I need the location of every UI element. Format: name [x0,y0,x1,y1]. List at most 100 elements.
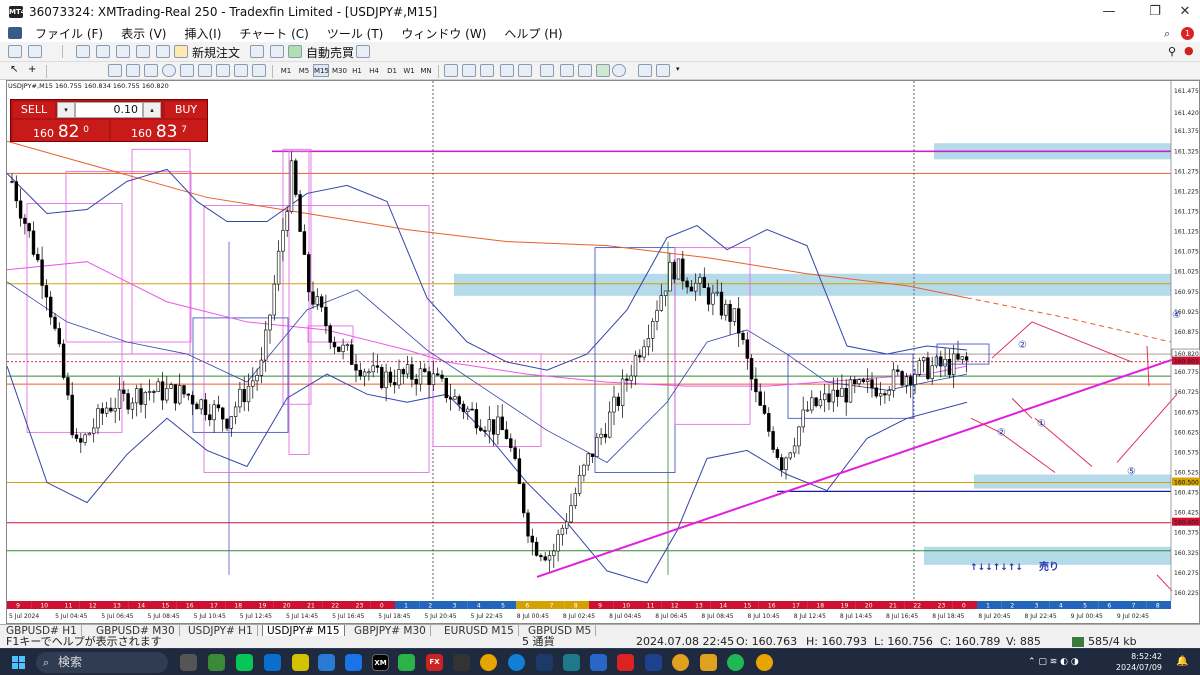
buy-price[interactable]: 160 83 7 [111,120,207,142]
close-icon[interactable]: ✕ [1170,0,1200,24]
new-order-button[interactable]: 新規注文 [192,44,240,61]
navigator-icon[interactable] [116,45,130,58]
timeframe-h4[interactable]: H4 [366,64,382,77]
market-watch-icon[interactable] [76,45,90,58]
rectangle-icon[interactable] [144,64,158,77]
menu-view[interactable]: 表示 (V) [112,25,175,42]
tab-gbpusd-m5[interactable]: GBPUSD M5 [524,625,597,636]
text-icon[interactable] [198,64,212,77]
new-chart-icon[interactable] [8,45,22,58]
templates-icon[interactable] [638,64,652,77]
tray-icons[interactable]: ⌃ ▢ ≋ ◐ ◑ [1028,657,1079,667]
zoom-out-icon[interactable] [518,64,532,77]
menu-tools[interactable]: ツール (T) [318,25,393,42]
data-window-icon[interactable] [96,45,110,58]
vertical-line-icon[interactable] [54,64,68,77]
lot-increase-button[interactable]: ▴ [143,102,161,118]
timeframe-m15[interactable]: M15 [313,64,329,77]
windows-start-icon[interactable] [12,656,25,669]
indicators-icon[interactable] [596,64,610,77]
spotify-icon[interactable] [727,654,744,671]
grid-icon[interactable] [656,64,670,77]
tab-gbpjpy-m30[interactable]: GBPJPY# M30 [350,625,431,636]
taskbar-search-box[interactable]: ⌕ 検索 [36,652,168,673]
app-icon[interactable] [590,654,607,671]
chart-shift-icon[interactable] [578,64,592,77]
app-icon[interactable] [672,654,689,671]
timeframe-mn[interactable]: MN [418,64,434,77]
timeframe-h1[interactable]: H1 [349,64,365,77]
line-app-icon[interactable] [236,654,253,671]
menu-charts[interactable]: チャート (C) [230,25,317,42]
menu-insert[interactable]: 挿入(I) [175,25,230,42]
tab-usdjpy-h1[interactable]: USDJPY# H1 [184,625,258,636]
task-view-icon[interactable] [180,654,197,671]
sell-button[interactable]: SELL [13,102,55,118]
menu-help[interactable]: ヘルプ (H) [495,25,571,42]
tab-gbpusd-m30[interactable]: GBPUSD# M30 [92,625,180,636]
terminal-icon[interactable] [136,45,150,58]
edge-icon[interactable] [508,654,525,671]
new-order-icon[interactable] [174,45,188,58]
search-icon[interactable]: ⌕ [1164,27,1170,41]
label-icon[interactable] [216,64,230,77]
metaeditor-icon[interactable] [250,45,264,58]
app-icon[interactable] [453,654,470,671]
ellipse-icon[interactable] [162,64,176,77]
app-icon[interactable] [264,654,281,671]
projection-line[interactable] [1146,345,1150,387]
timeframe-d1[interactable]: D1 [384,64,400,77]
fx-app-icon[interactable]: FX [426,654,443,671]
chrome-icon[interactable] [756,654,773,671]
projection-line[interactable] [1116,393,1178,463]
app-icon[interactable] [617,654,634,671]
tab-usdjpy-m15[interactable]: USDJPY# M15 [262,625,345,636]
taskbar-clock[interactable]: 8:52:42 2024/07/09 [1116,651,1162,673]
menu-window[interactable]: ウィンドウ (W) [392,25,495,42]
menu-file[interactable]: ファイル (F) [26,25,112,42]
arrow-icon[interactable] [234,64,248,77]
app-icon[interactable] [645,654,662,671]
fibonacci-icon[interactable] [126,64,140,77]
print-icon[interactable] [356,45,370,58]
auto-trading-icon[interactable] [288,45,302,58]
support-trendline[interactable] [536,357,1178,578]
projection-line[interactable] [999,431,1056,473]
candlestick-icon[interactable] [462,64,476,77]
lot-decrease-button[interactable]: ▾ [57,102,75,118]
minimize-icon[interactable]: — [1086,0,1132,24]
chrome-icon[interactable] [480,654,497,671]
options-icon[interactable] [270,45,284,58]
toolbar-dropdown-icon[interactable]: ▾ [676,65,680,73]
tab-eurusd-m15[interactable]: EURUSD M15 [440,625,519,636]
bar-chart-icon[interactable] [444,64,458,77]
search-icon[interactable]: ⚲ [1168,45,1176,58]
projection-line[interactable] [1031,321,1133,363]
buy-button[interactable]: BUY [165,102,207,118]
app-icon[interactable] [398,654,415,671]
zoom-in-icon[interactable] [500,64,514,77]
projection-line[interactable] [1156,574,1173,592]
horizontal-line-icon[interactable] [72,64,86,77]
steam-icon[interactable] [536,654,553,671]
app-icon[interactable] [292,654,309,671]
trendline-icon[interactable] [90,64,104,77]
auto-trading-button[interactable]: 自動売買 [306,44,354,61]
app-icon[interactable] [208,654,225,671]
tester-icon[interactable] [156,45,170,58]
app-icon[interactable] [700,654,717,671]
profiles-icon[interactable] [28,45,42,58]
chart-window-icon[interactable] [8,27,22,39]
triangle-icon[interactable] [180,64,194,77]
timeframe-m1[interactable]: M1 [278,64,294,77]
cursor-icon[interactable]: ↖ [10,64,24,77]
xm-app-icon[interactable]: XM [372,654,389,671]
timeframe-m5[interactable]: M5 [296,64,312,77]
tile-windows-icon[interactable] [540,64,554,77]
lot-size-input[interactable]: 0.10 [75,102,143,118]
tab-gbpusd-h1[interactable]: GBPUSD# H1 [2,625,82,636]
app-icon[interactable] [345,654,362,671]
crosshair-icon[interactable]: + [28,64,42,77]
line-chart-icon[interactable] [480,64,494,77]
app-icon[interactable] [563,654,580,671]
